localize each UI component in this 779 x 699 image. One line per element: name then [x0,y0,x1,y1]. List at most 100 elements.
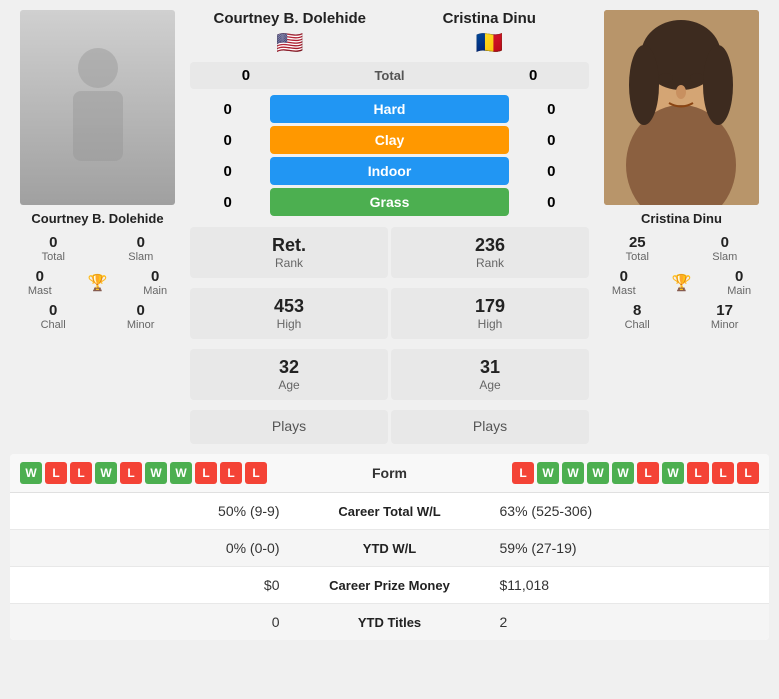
left-slam-label: Slam [128,251,153,263]
surface-left-3: 0 [190,194,265,211]
left-slam-value: 0 [137,234,145,251]
right-chall-stat: 8 Chall [625,302,650,331]
right-total-label: Total [626,251,649,263]
form-badges-right: LWWWWLWLLL [450,462,760,484]
right-minor-stat: 17 Minor [711,302,739,331]
stats-left-3: 0 [25,614,300,630]
right-trophy-icon: 🏆 [672,273,692,293]
right-age-value: 31 [403,357,577,378]
form-left-badge-9: L [245,462,267,484]
stats-row-0: 50% (9-9) Career Total W/L 63% (525-306) [10,493,769,530]
top-section: Courtney B. Dolehide 0 Total 0 Slam 0 Ma… [0,0,779,454]
form-right-badge-5: L [637,462,659,484]
right-rank-label: Rank [403,256,577,270]
form-badges-left: WLLWLWWLLL [20,462,330,484]
form-right-badge-3: W [587,462,609,484]
right-mast-stat: 0 Mast [612,268,636,297]
right-chall-label: Chall [625,319,650,331]
surface-right-1: 0 [514,132,589,149]
surface-row-grass: 0 Grass 0 [190,188,589,216]
left-total-label: Total [42,251,65,263]
right-main-value: 0 [735,268,743,285]
right-player-name: Cristina Dinu [641,211,722,226]
right-rank-box: 236 Rank [391,227,589,278]
surface-right-0: 0 [514,101,589,118]
form-right-badge-1: W [537,462,559,484]
left-minor-stat: 0 Minor [127,302,155,331]
form-right-badge-8: L [712,462,734,484]
right-total-stat: 25 Total [626,234,649,263]
right-slam-label: Slam [712,251,737,263]
right-rank-value: 236 [403,235,577,256]
left-mast-label: Mast [28,285,52,297]
form-left-badge-7: L [195,462,217,484]
left-rank-box: Ret. Rank [190,227,388,278]
surface-right-3: 0 [514,194,589,211]
right-slam-value: 0 [721,234,729,251]
form-left-badge-1: L [45,462,67,484]
left-total-value: 0 [49,234,57,251]
stats-right-1: 59% (27-19) [480,540,755,556]
form-right-badge-6: W [662,462,684,484]
stats-center-0: Career Total W/L [300,504,480,519]
stats-left-2: $0 [25,577,300,593]
right-plays-box: Plays [391,410,589,444]
right-age-box: 31 Age [391,349,589,400]
left-minor-label: Minor [127,319,155,331]
form-left-badge-5: W [145,462,167,484]
right-flag: 🇷🇴 [390,30,590,56]
right-total-value: 25 [629,234,646,251]
left-flag: 🇺🇸 [190,30,390,56]
right-plays-label: Plays [473,418,507,434]
stats-center-3: YTD Titles [300,615,480,630]
form-left-badge-8: L [220,462,242,484]
left-player-photo [20,10,175,205]
left-chall-label: Chall [41,319,66,331]
surface-badge-clay: Clay [270,126,508,154]
left-chall-value: 0 [49,302,57,319]
right-minor-value: 17 [716,302,733,319]
form-left-badge-3: W [95,462,117,484]
total-label: Total [294,68,486,83]
right-high-label: High [403,317,577,331]
stats-row-3: 0 YTD Titles 2 [10,604,769,640]
form-left-badge-0: W [20,462,42,484]
surface-badge-hard: Hard [270,95,508,123]
right-player-section: Cristina Dinu 25 Total 0 Slam 0 Mast 🏆 [594,10,769,331]
left-slam-stat: 0 Slam [128,234,153,263]
main-container: Courtney B. Dolehide 0 Total 0 Slam 0 Ma… [0,0,779,640]
right-high-box: 179 High [391,288,589,339]
left-player-name: Courtney B. Dolehide [31,211,163,226]
form-right-badge-2: W [562,462,584,484]
surface-badge-grass: Grass [270,188,508,216]
left-mast-stat: 0 Mast [28,268,52,297]
form-left-badge-6: W [170,462,192,484]
left-rank-label: Rank [202,256,376,270]
stats-row-1: 0% (0-0) YTD W/L 59% (27-19) [10,530,769,567]
surface-row-hard: 0 Hard 0 [190,95,589,123]
surface-left-0: 0 [190,101,265,118]
right-chall-value: 8 [633,302,641,319]
right-high-value: 179 [403,296,577,317]
center-section: Courtney B. Dolehide 🇺🇸 Cristina Dinu 🇷🇴… [190,10,589,444]
right-mast-label: Mast [612,285,636,297]
form-right-badge-4: W [612,462,634,484]
right-header-name: Cristina Dinu [390,10,590,27]
left-age-value: 32 [202,357,376,378]
left-total-surface: 0 [198,67,294,84]
left-total-stat: 0 Total [42,234,65,263]
left-age-box: 32 Age [190,349,388,400]
form-left-badge-2: L [70,462,92,484]
left-high-value: 453 [202,296,376,317]
left-header-name: Courtney B. Dolehide [190,10,390,27]
stats-right-2: $11,018 [480,577,755,593]
left-chall-stat: 0 Chall [41,302,66,331]
right-minor-label: Minor [711,319,739,331]
surface-row-indoor: 0 Indoor 0 [190,157,589,185]
form-label: Form [330,465,450,481]
left-minor-value: 0 [136,302,144,319]
stats-row-2: $0 Career Prize Money $11,018 [10,567,769,604]
stats-table: 50% (9-9) Career Total W/L 63% (525-306)… [10,493,769,640]
left-trophy-icon: 🏆 [88,273,108,293]
form-left-badge-4: L [120,462,142,484]
